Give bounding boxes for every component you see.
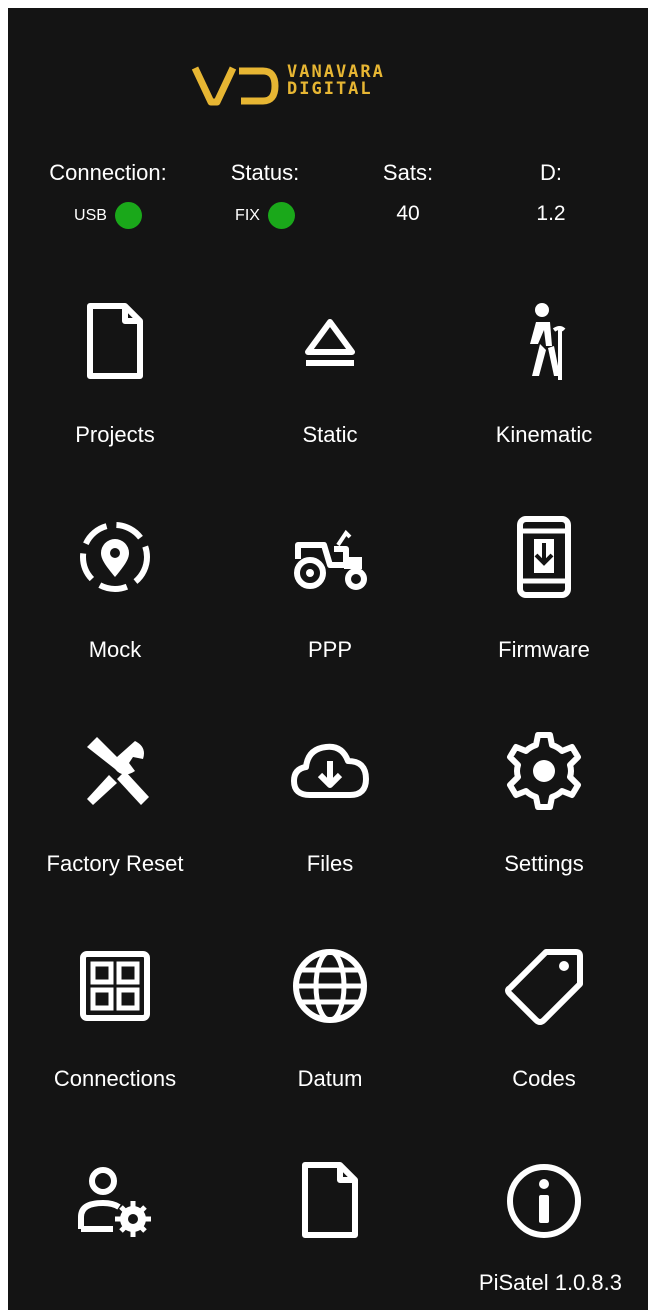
globe-icon <box>288 944 372 1028</box>
app-screen: VANAVARA DIGITAL Connection: USB Status:… <box>8 8 648 1310</box>
menu-label: Settings <box>504 851 584 876</box>
connection-value: USB <box>28 202 188 229</box>
user-settings-icon <box>73 1159 157 1243</box>
tag-icon <box>502 944 586 1028</box>
status-value: FIX <box>185 202 345 229</box>
location-target-icon <box>73 515 157 599</box>
d-value: 1.2 <box>536 202 566 225</box>
connection-status: Connection: USB <box>28 160 188 229</box>
fix-indicator-icon <box>267 202 295 229</box>
menu-factory-reset[interactable]: Factory Reset <box>10 729 220 929</box>
menu-label: Kinematic <box>495 422 593 447</box>
info-icon <box>502 1159 586 1243</box>
menu-label: Connections <box>53 1066 177 1091</box>
menu-files[interactable]: Files <box>225 729 435 929</box>
connection-indicator-icon <box>114 202 142 229</box>
d-label: D: <box>540 160 562 185</box>
brand-line-2: DIGITAL <box>287 79 373 99</box>
walking-person-icon <box>502 300 586 384</box>
menu-label: Projects <box>75 422 155 447</box>
menu-mock[interactable]: Mock <box>10 515 220 715</box>
document-icon <box>73 300 157 384</box>
menu-label: Firmware <box>498 637 590 662</box>
sats-label: Sats: <box>382 160 434 185</box>
vd-logo-mark <box>191 66 279 106</box>
menu-label: Static <box>302 422 358 447</box>
brand-logo: VANAVARA DIGITAL <box>191 64 491 114</box>
menu-label: Factory Reset <box>46 851 184 876</box>
tools-icon <box>73 729 157 813</box>
menu-label: Datum <box>297 1066 363 1091</box>
gear-icon <box>502 729 586 813</box>
menu-label: Codes <box>512 1066 576 1091</box>
d-status: D: 1.2 <box>471 160 631 226</box>
menu-settings[interactable]: Settings <box>439 729 648 929</box>
sats-status: Sats: 40 <box>328 160 488 226</box>
menu-codes[interactable]: Codes <box>439 944 648 1144</box>
app-version: PiSatel 1.0.8.3 <box>478 1270 622 1295</box>
menu-kinematic[interactable]: Kinematic <box>439 300 648 500</box>
cloud-download-icon <box>288 729 372 813</box>
menu-user-settings[interactable] <box>10 1159 220 1310</box>
grid-icon <box>73 944 157 1028</box>
menu-firmware[interactable]: Firmware <box>439 515 648 715</box>
menu-connections[interactable]: Connections <box>10 944 220 1144</box>
phone-download-icon <box>502 515 586 599</box>
menu-document[interactable] <box>225 1159 435 1310</box>
menu-projects[interactable]: Projects <box>10 300 220 500</box>
tractor-icon <box>288 515 372 599</box>
menu-static[interactable]: Static <box>225 300 435 500</box>
menu-ppp[interactable]: PPP <box>225 515 435 715</box>
fix-type: FIX <box>235 206 260 224</box>
menu-datum[interactable]: Datum <box>225 944 435 1144</box>
status-label: Status: <box>230 160 300 185</box>
menu-label: PPP <box>307 637 353 662</box>
fix-status: Status: FIX <box>185 160 345 229</box>
menu-label: Mock <box>88 637 142 662</box>
menu-label: Files <box>306 851 354 876</box>
brand-name: VANAVARA DIGITAL <box>287 64 385 98</box>
eject-icon <box>288 300 372 384</box>
connection-type: USB <box>74 206 107 224</box>
document-icon <box>288 1159 372 1243</box>
sats-value: 40 <box>396 202 420 225</box>
connection-label: Connection: <box>49 160 167 185</box>
